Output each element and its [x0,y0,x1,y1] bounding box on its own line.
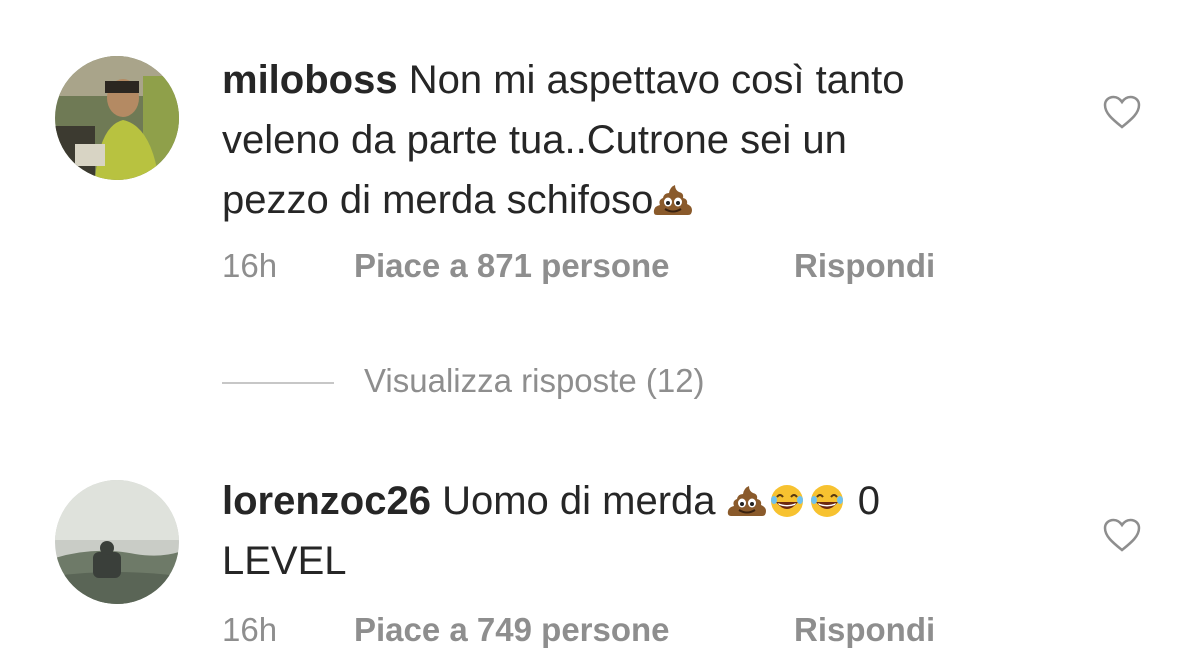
pile-of-poo-icon [727,484,767,518]
comment-text-line: LEVEL [222,539,347,583]
view-replies-label: Visualizza risposte (12) [364,362,705,399]
avatar[interactable] [55,480,179,604]
comment-time: 16h [222,247,278,284]
comment-username[interactable]: lorenzoc26 [222,479,431,523]
laughing-face-icon [767,484,807,518]
comment-text-line: veleno da parte tua..Cutrone sei un [222,118,847,162]
avatar[interactable] [55,56,179,180]
divider [222,382,334,385]
likes-count[interactable]: Piace a 871 persone [354,241,794,291]
comments-screen: miloboss Non mi aspettavo così tanto vel… [0,0,1200,666]
reply-button[interactable]: Rispondi [794,605,935,655]
comment-username[interactable]: miloboss [222,58,398,102]
likes-count[interactable]: Piace a 749 persone [354,605,794,655]
comment-meta: 16h Piace a 749 persone Rispondi [222,605,935,655]
comment-text-line: pezzo di merda schifoso [222,178,654,222]
comment-text: lorenzoc26 Uomo di merda 0 LEVEL [222,471,1052,591]
like-heart-icon[interactable] [1102,94,1142,130]
view-replies-button[interactable]: Visualizza risposte (12) [222,356,705,406]
comment-meta: 16h Piace a 871 persone Rispondi [222,241,935,291]
comment-text-line: Uomo di merda [430,479,727,523]
comment-text-line: Non mi aspettavo così tanto [397,58,905,102]
pile-of-poo-icon [653,183,693,217]
comment-time: 16h [222,611,278,648]
comment-text: miloboss Non mi aspettavo così tanto vel… [222,50,1052,230]
like-heart-icon[interactable] [1102,517,1142,553]
comment-text-line: 0 [846,479,880,523]
reply-button[interactable]: Rispondi [794,241,935,291]
laughing-face-icon [807,484,847,518]
